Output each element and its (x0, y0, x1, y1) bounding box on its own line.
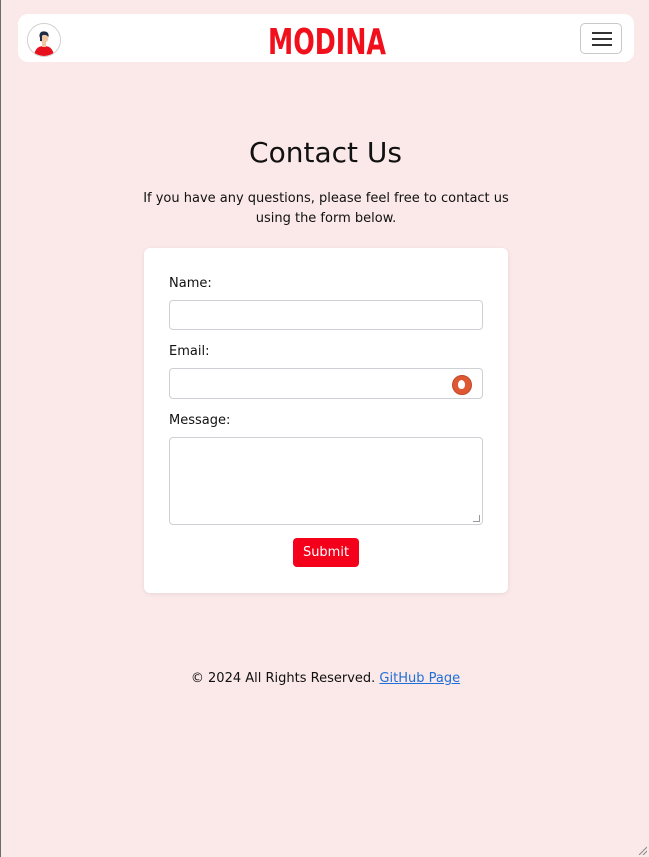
hamburger-menu-icon (592, 32, 612, 34)
hamburger-menu-icon (592, 38, 612, 40)
intro-text: If you have any questions, please feel f… (143, 191, 509, 226)
name-input[interactable] (169, 300, 483, 330)
email-input[interactable] (176, 369, 450, 398)
duckduckgo-icon[interactable] (452, 375, 472, 395)
message-label: Message: (169, 413, 231, 428)
copyright-text: © 2024 All Rights Reserved. (190, 671, 376, 686)
brand-text: MODINA (268, 22, 386, 57)
window-resize-grip-icon[interactable] (637, 845, 647, 855)
submit-button[interactable]: Submit (293, 538, 359, 567)
github-link[interactable]: GitHub Page (379, 671, 460, 686)
contact-form: Name: Email: Message: Submit (144, 248, 508, 593)
hamburger-menu-icon (592, 44, 612, 46)
user-avatar-icon[interactable] (27, 23, 61, 57)
resize-handle-icon[interactable] (473, 515, 480, 522)
message-textarea[interactable] (169, 437, 483, 525)
email-label: Email: (169, 344, 210, 359)
footer: © 2024 All Rights Reserved. GitHub Page (1, 671, 649, 686)
navbar: MODINA (18, 14, 634, 63)
name-label: Name: (169, 276, 212, 291)
page-title: Contact Us (249, 136, 402, 169)
email-field[interactable] (169, 368, 483, 399)
menu-toggle-button[interactable] (580, 23, 622, 54)
brand-logo[interactable]: MODINA (267, 21, 387, 63)
